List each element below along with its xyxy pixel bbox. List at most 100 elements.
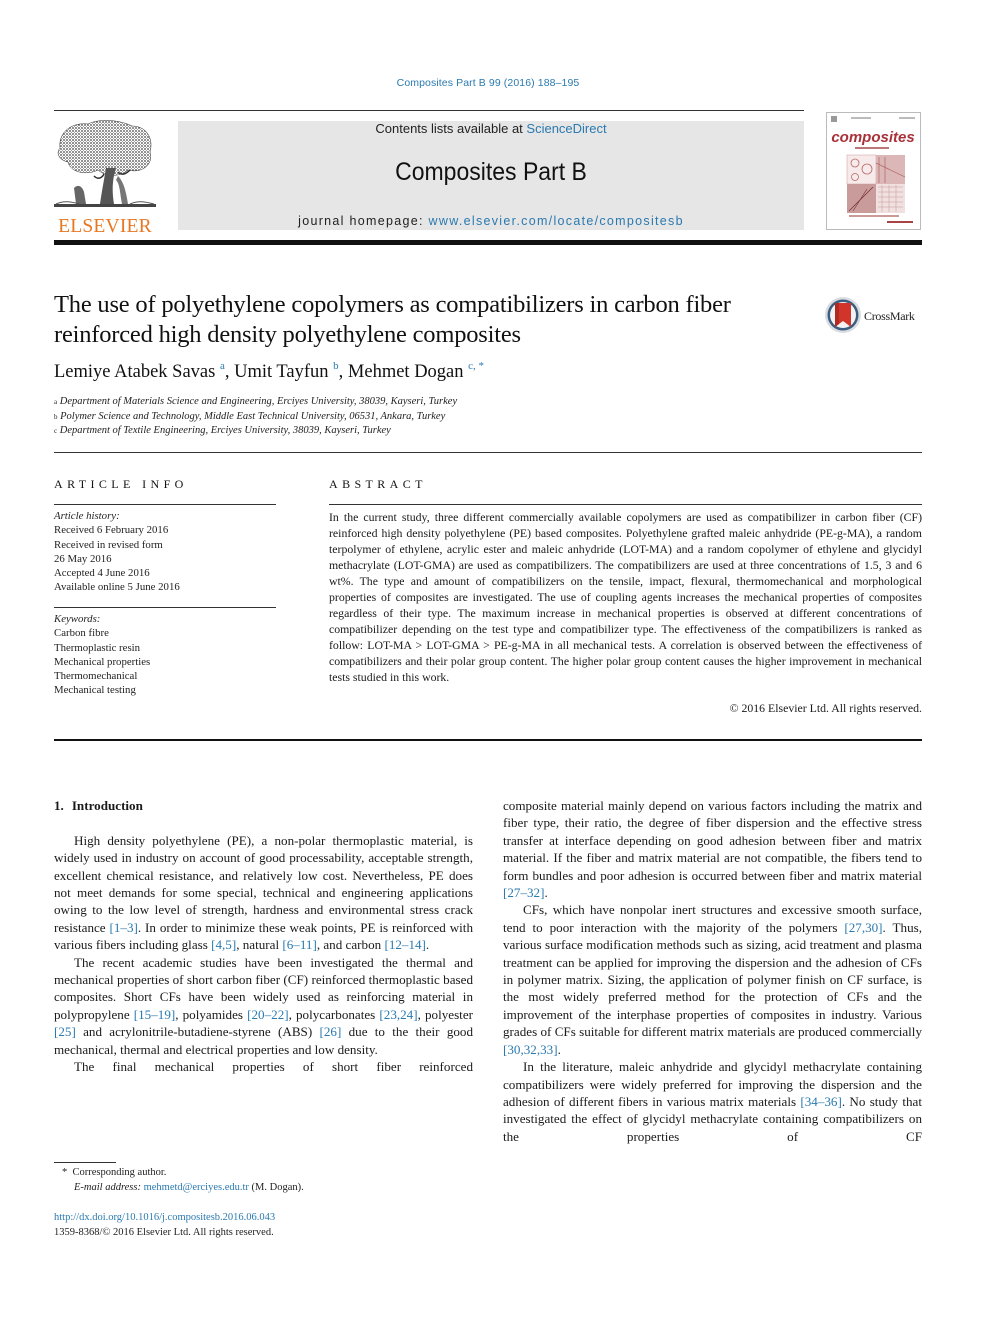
- affiliation-item: b Polymer Science and Technology, Middle…: [54, 410, 457, 425]
- paragraph-text: , and carbon: [316, 937, 385, 953]
- affiliation-item: c Department of Textile Engineering, Erc…: [54, 424, 457, 439]
- article-title: The use of polyethylene copolymers as co…: [54, 291, 731, 348]
- journal-name: Composites Part B: [395, 158, 587, 186]
- citation-link[interactable]: [27–32]: [503, 885, 544, 900]
- paragraph-text: .: [544, 885, 548, 901]
- journal-cover-thumbnail[interactable]: composites: [826, 112, 921, 230]
- citation-link[interactable]: [30,32,33]: [503, 1042, 558, 1057]
- citation-link[interactable]: [23,24]: [379, 1007, 417, 1022]
- author-list: Lemiye Atabek Savas a, Umit Tayfun b, Me…: [54, 360, 484, 383]
- journal-citation-link[interactable]: Composites Part B 99 (2016) 188–195: [0, 77, 976, 89]
- paragraph-text: , polyester: [417, 1006, 473, 1022]
- crossmark-badge[interactable]: CrossMark: [824, 296, 924, 336]
- paragraph-text: . Thus, various surface modification met…: [503, 919, 922, 1040]
- header-thick-rule: [54, 240, 922, 245]
- history-item: Accepted 4 June 2016: [54, 567, 150, 580]
- abstract-heading: ABSTRACT: [329, 477, 427, 491]
- citation-link[interactable]: [15–19]: [134, 1007, 175, 1022]
- history-item: 26 May 2016: [54, 552, 112, 565]
- affiliation-marker: b: [54, 412, 58, 421]
- history-label: Article history:: [54, 510, 120, 522]
- citation-link[interactable]: [1–3]: [110, 920, 138, 935]
- paragraph-text: and acrylonitrile-butadiene-styrene (ABS…: [75, 1024, 320, 1040]
- article-history: Article history: Received 6 February 201…: [54, 509, 276, 595]
- sciencedirect-link[interactable]: ScienceDirect: [526, 121, 606, 136]
- body-column-left: 1. Introduction High density polyethylene…: [54, 797, 473, 1075]
- affiliation-item: a Department of Materials Science and En…: [54, 395, 457, 410]
- paragraph-text: , natural: [236, 937, 283, 953]
- paragraph: The recent academic studies have been in…: [54, 954, 473, 1058]
- affiliation-text: Department of Textile Engineering, Erciy…: [59, 425, 391, 436]
- history-item: Received in revised form: [54, 538, 163, 551]
- email-line: E-mail address: mehmetd@erciyes.edu.tr (…: [62, 1180, 304, 1195]
- keyword-item: Carbon fibre: [54, 627, 109, 640]
- keywords-label: Keywords:: [54, 613, 101, 625]
- corresponding-text: Corresponding author.: [72, 1167, 167, 1178]
- citation-link[interactable]: [25]: [54, 1024, 76, 1039]
- homepage-line: journal homepage: www.elsevier.com/locat…: [178, 213, 804, 229]
- section-heading: 1. Introduction: [54, 797, 473, 814]
- citation-link[interactable]: [34–36]: [800, 1094, 841, 1109]
- keywords: Keywords: Carbon fibre Thermoplastic res…: [54, 612, 276, 698]
- paragraph: High density polyethylene (PE), a non-po…: [54, 832, 473, 954]
- citation-link[interactable]: [6–11]: [282, 937, 316, 952]
- contents-prefix: Contents lists available at: [375, 121, 527, 136]
- abstract-rule: [329, 504, 922, 505]
- doi-block: http://dx.doi.org/10.1016/j.compositesb.…: [54, 1210, 275, 1240]
- section-divider: [54, 452, 922, 453]
- journal-homepage-link[interactable]: www.elsevier.com/locate/compositesb: [429, 214, 684, 228]
- paragraph-text: .: [425, 937, 430, 953]
- email-link[interactable]: mehmetd@erciyes.edu.tr: [144, 1182, 249, 1193]
- keyword-item: Thermoplastic resin: [54, 641, 141, 654]
- elsevier-logo: ELSEVIER: [54, 118, 156, 237]
- author-separator: ,: [338, 362, 348, 382]
- article-info-rule: [54, 504, 276, 505]
- paragraph-text: composite material mainly depend on vari…: [503, 798, 922, 883]
- issn-copyright: 1359-8368/© 2016 Elsevier Ltd. All right…: [54, 1227, 274, 1238]
- footnote-marker: *: [62, 1167, 68, 1178]
- journal-masthead: Contents lists available at ScienceDirec…: [178, 121, 804, 230]
- body-column-right: composite material mainly depend on vari…: [503, 797, 922, 1145]
- author-name[interactable]: Umit Tayfun: [234, 362, 328, 382]
- citation-link[interactable]: [4,5]: [211, 937, 236, 952]
- cover-title: composites: [831, 129, 914, 146]
- corresponding-line: * Corresponding author.: [62, 1165, 304, 1180]
- keyword-item: Thermomechanical: [54, 670, 138, 683]
- citation-link[interactable]: [12–14]: [384, 937, 425, 952]
- elsevier-tree-icon: [54, 120, 156, 207]
- history-item: Received 6 February 2016: [54, 524, 169, 537]
- keywords-rule: [54, 607, 276, 608]
- paragraph-text: , polyamides: [175, 1006, 248, 1022]
- paragraph-text: , polycarbonates: [288, 1006, 380, 1022]
- author-name[interactable]: Mehmet Dogan: [348, 362, 464, 382]
- author-affiliation-link[interactable]: a: [220, 360, 225, 372]
- affiliation-marker: c: [54, 427, 58, 435]
- affiliations: a Department of Materials Science and En…: [54, 395, 457, 439]
- keyword-item: Mechanical properties: [54, 655, 151, 668]
- citation-link[interactable]: [27,30]: [844, 920, 882, 935]
- paragraph: The final mechanical properties of short…: [54, 1058, 473, 1075]
- paragraph-text: .: [557, 1041, 561, 1057]
- author-affiliation-link[interactable]: c, *: [468, 360, 484, 372]
- author-name[interactable]: Lemiye Atabek Savas: [54, 362, 215, 382]
- paragraph: In the literature, maleic anhydride and …: [503, 1058, 922, 1145]
- doi-link[interactable]: http://dx.doi.org/10.1016/j.compositesb.…: [54, 1210, 275, 1225]
- author-affiliation-link[interactable]: b: [333, 360, 339, 372]
- body-divider: [54, 739, 922, 741]
- affiliation-text: Polymer Science and Technology, Middle E…: [60, 410, 446, 422]
- abstract-text: In the current study, three different co…: [329, 510, 922, 684]
- footnote-rule: [54, 1162, 116, 1163]
- affiliation-marker: a: [54, 398, 58, 406]
- section-number: 1.: [54, 798, 64, 813]
- section-title: Introduction: [71, 798, 143, 813]
- abstract-copyright: © 2016 Elsevier Ltd. All rights reserved…: [729, 701, 922, 715]
- email-label: E-mail address:: [74, 1182, 141, 1193]
- citation-link[interactable]: [20–22]: [247, 1007, 288, 1022]
- citation-link[interactable]: [26]: [319, 1024, 341, 1039]
- crossmark-label: CrossMark: [864, 309, 915, 323]
- history-item: Available online 5 June 2016: [54, 581, 180, 594]
- corresponding-author-footnote: * Corresponding author. E-mail address: …: [62, 1165, 304, 1195]
- affiliation-text: Department of Materials Science and Engi…: [59, 396, 458, 407]
- journal-cover-art-icon: composites: [831, 116, 915, 223]
- paragraph: CFs, which have nonpolar inert structure…: [503, 901, 922, 1058]
